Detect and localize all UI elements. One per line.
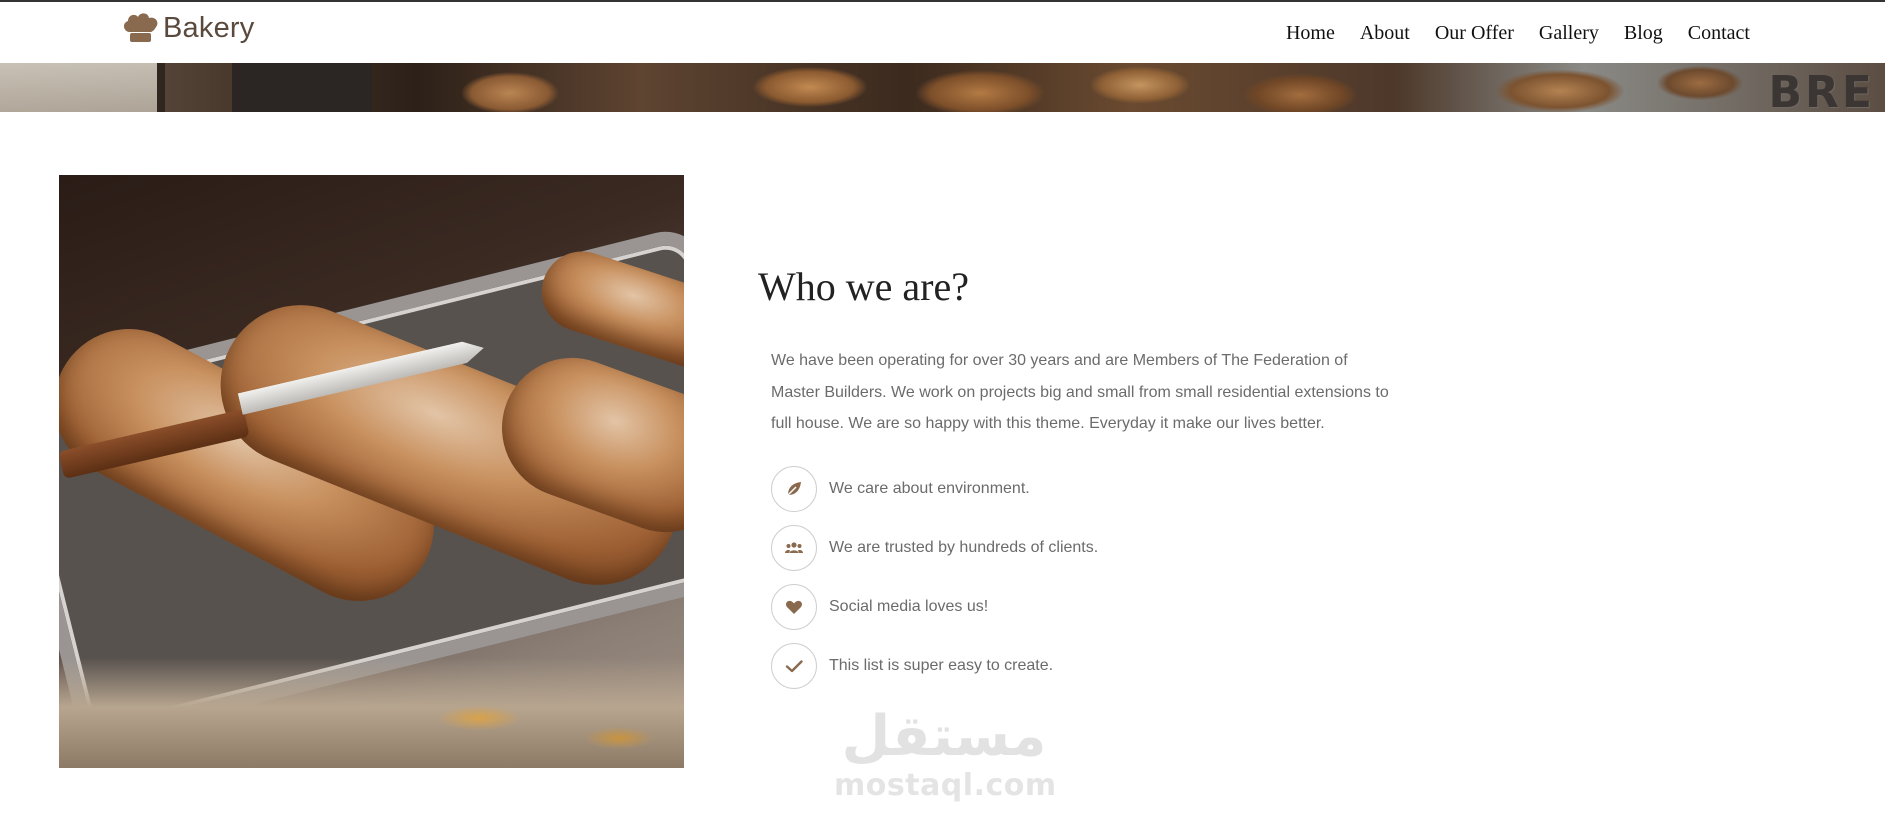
nav-contact[interactable]: Contact [1688,22,1750,45]
section-paragraph: We have been operating for over 30 years… [771,352,1389,432]
users-icon [771,524,817,571]
table-cloth [59,658,684,768]
brand-name: Bakery [163,11,255,44]
feature-text: Social media loves us! [829,597,989,615]
banner-frame-decoration [0,63,165,112]
list-item: We care about environment. [771,459,1098,518]
bread-tray-photo [59,175,684,768]
banner-slate-decoration [232,63,372,112]
watermark-latin: mostaql.com [834,768,1057,803]
hero-banner-image: BRE [0,63,1885,112]
list-item: This list is super easy to create. [771,636,1098,695]
watermark: مستقل mostaql.com [834,704,1057,810]
nav-our-offer[interactable]: Our Offer [1435,22,1514,45]
watermark-arabic: مستقل [841,704,1047,769]
top-navbar: Bakery Home About Our Offer Gallery Blog… [0,0,1885,63]
nav-about[interactable]: About [1360,22,1410,45]
list-item: We are trusted by hundreds of clients. [771,518,1098,577]
section-title: Who we are? [758,264,969,309]
check-icon [771,642,817,689]
nav-gallery[interactable]: Gallery [1539,22,1599,45]
nav-blog[interactable]: Blog [1624,22,1663,45]
nav-home[interactable]: Home [1286,22,1335,45]
main-nav: Home About Our Offer Gallery Blog Contac… [1286,22,1750,45]
list-item: Social media loves us! [771,577,1098,636]
banner-sign-text: BRE [1768,67,1875,112]
feature-text: This list is super easy to create. [829,656,1054,674]
feature-text: We care about environment. [829,479,1030,497]
feature-text: We are trusted by hundreds of clients. [829,538,1099,556]
feature-list: We care about environment. We are truste… [771,459,1098,695]
leaf-icon [771,465,817,512]
chef-hat-icon [121,10,161,46]
heart-icon [771,583,817,630]
brand-logo[interactable]: Bakery [121,10,254,46]
